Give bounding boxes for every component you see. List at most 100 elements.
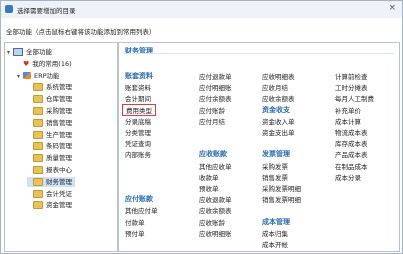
- function-item[interactable]: 分类管理: [125, 127, 151, 137]
- function-item[interactable]: 销售发票: [262, 172, 288, 182]
- tree-item-label: 销售管理: [46, 118, 72, 127]
- group-heading: 资金收支: [262, 105, 290, 114]
- tree-item[interactable]: 会计凭证: [27, 189, 75, 199]
- erp-icon: [23, 72, 31, 80]
- function-item[interactable]: 应付余额表: [199, 93, 232, 103]
- section-title: 财务管理: [125, 47, 153, 55]
- function-item[interactable]: 分录底稿: [125, 116, 151, 126]
- function-item[interactable]: 其他应收单: [199, 161, 232, 171]
- function-tree[interactable]: ▾ 全部功能 ♥ 我的常用(16) ▾ ERP功能 系统管理仓库管理采购管理销售管理生产管理…: [4, 42, 118, 252]
- function-item[interactable]: 收款单: [199, 172, 219, 182]
- function-item[interactable]: 应付退款单: [199, 71, 232, 81]
- function-item[interactable]: 应付月结: [199, 116, 225, 126]
- tree-item-label: 质量管理: [46, 154, 72, 163]
- function-item[interactable]: 补充单价: [335, 105, 361, 115]
- function-item[interactable]: 成本计算: [335, 116, 361, 126]
- group-heading: 成本管理: [262, 217, 290, 226]
- function-item[interactable]: 账套资料: [125, 82, 151, 92]
- tree-item-label: 全部功能: [26, 48, 52, 56]
- function-item[interactable]: 应收月结: [262, 82, 288, 92]
- function-item[interactable]: 内部账务: [125, 149, 151, 159]
- group-heading: 应收账款: [199, 150, 227, 159]
- function-item[interactable]: 凭证查询: [125, 138, 151, 148]
- tree-item[interactable]: ▾ 全部功能: [7, 47, 55, 57]
- function-item[interactable]: 每月人工制费: [335, 93, 374, 103]
- tree-item-label: 仓库管理: [46, 95, 72, 104]
- function-item[interactable]: 资金支出单: [262, 127, 295, 137]
- function-item[interactable]: 预收单: [199, 183, 219, 193]
- folder-icon: [33, 142, 43, 151]
- window-title: 选择需要增加的目录: [17, 7, 76, 15]
- folder-icon: [33, 130, 43, 139]
- instruction-text: 全部功能（点击鼠标右键将该功能添加到常用列表）: [6, 28, 156, 36]
- folder-icon: [33, 177, 43, 186]
- function-item[interactable]: 成本开帐: [262, 239, 288, 249]
- function-item-selected[interactable]: 费用类型: [122, 103, 156, 116]
- function-item[interactable]: 应收账龄: [199, 217, 225, 227]
- folder-icon: [33, 166, 43, 174]
- folder-icon: [33, 95, 43, 104]
- function-item[interactable]: 工时分摊表: [335, 82, 368, 92]
- function-item[interactable]: 物流成本表: [335, 127, 368, 137]
- app-icon: [5, 5, 13, 13]
- function-item[interactable]: 产品成本表: [335, 149, 368, 159]
- function-item[interactable]: 会计期间: [125, 93, 151, 103]
- function-item[interactable]: 计算前检查: [335, 71, 368, 81]
- tree-item-label: 生产管理: [46, 130, 72, 139]
- group-heading: 账套资料: [125, 72, 153, 80]
- function-item[interactable]: 采购发票明细: [262, 183, 301, 193]
- tree-item[interactable]: 质量管理: [27, 153, 75, 163]
- tree-item-label: 资金管理: [46, 201, 72, 210]
- computer-icon: [13, 48, 23, 56]
- tree-item[interactable]: 采购管理: [27, 106, 75, 116]
- folder-icon: [33, 118, 43, 127]
- title-bar: 选择需要增加的目录 ×: [1, 1, 402, 18]
- function-item[interactable]: 付款单: [125, 217, 145, 227]
- function-item[interactable]: 预付单: [125, 228, 145, 238]
- folder-icon: [33, 201, 43, 210]
- heart-icon: ♥: [23, 59, 30, 68]
- tree-item[interactable]: ♥ 我的常用(16): [17, 59, 75, 69]
- function-item[interactable]: 应收余额表: [199, 205, 232, 215]
- function-item[interactable]: 资金收入单: [262, 116, 295, 126]
- tree-item[interactable]: 系统管理: [27, 82, 75, 92]
- tree-item-label: 财务管理: [46, 177, 72, 186]
- tree-item[interactable]: 仓库管理: [27, 94, 75, 104]
- function-item[interactable]: 在制品成本: [335, 161, 368, 171]
- group-heading: 发票管理: [262, 150, 290, 159]
- function-item[interactable]: 其他应付单: [125, 205, 158, 215]
- tree-item[interactable]: 报表中心: [27, 165, 75, 175]
- tree-item[interactable]: 条码管理: [27, 141, 75, 151]
- folder-icon: [33, 154, 43, 163]
- function-item[interactable]: 采购发票: [262, 161, 288, 171]
- tree-item[interactable]: 资金管理: [27, 200, 75, 210]
- tree-item[interactable]: ▾ ERP功能: [17, 71, 63, 81]
- section-divider: [124, 53, 394, 54]
- tree-item-label: 报表中心: [46, 166, 72, 174]
- function-panel: 财务管理 账套资料 应付账款 应收账款 资金收支 发票管理 成本管理 账套资料 会计期间 费用类…: [118, 42, 400, 252]
- group-heading: 应付账款: [125, 195, 153, 204]
- function-item[interactable]: 成本归集: [262, 228, 288, 238]
- tree-item[interactable]: 销售管理: [27, 118, 75, 128]
- function-item[interactable]: 应收明细表: [262, 71, 295, 81]
- function-item[interactable]: 应收明细账: [199, 228, 232, 238]
- folder-icon: [33, 83, 43, 92]
- close-icon[interactable]: ×: [388, 3, 396, 13]
- tree-item-label: 我的常用(16): [32, 59, 72, 68]
- function-item[interactable]: 库存成本表: [335, 138, 368, 148]
- tree-item-label: ERP功能: [34, 71, 60, 80]
- tree-item-label: 条码管理: [46, 142, 72, 151]
- folder-icon: [33, 107, 43, 115]
- function-item[interactable]: 成本分录: [335, 172, 361, 182]
- tree-item-label: 采购管理: [46, 107, 72, 115]
- tree-item[interactable]: 生产管理: [27, 130, 75, 140]
- dialog-window: 选择需要增加的目录 × 全部功能（点击鼠标右键将该功能添加到常用列表） ▾ 全部功…: [0, 0, 403, 254]
- function-item[interactable]: 应付账龄: [199, 105, 225, 115]
- tree-item[interactable]: 财务管理: [27, 176, 75, 187]
- folder-icon: [33, 189, 43, 198]
- function-item[interactable]: 销售发票明细: [262, 194, 301, 204]
- function-item[interactable]: 应收退款单: [199, 194, 232, 204]
- function-item[interactable]: 应收余额表: [262, 93, 295, 103]
- function-item[interactable]: 应付明细账: [199, 82, 232, 92]
- tree-item-label: 会计凭证: [46, 189, 72, 198]
